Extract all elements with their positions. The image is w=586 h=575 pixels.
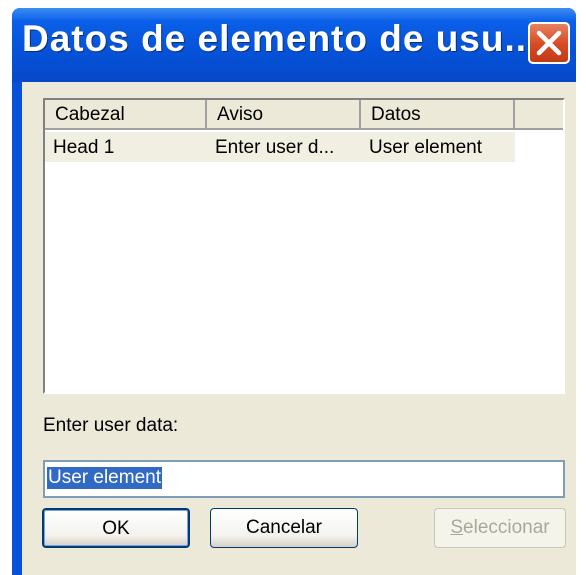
- select-button-label: eleccionar: [463, 517, 550, 538]
- title-bar[interactable]: Datos de elemento de usu...: [12, 8, 576, 82]
- user-data-input[interactable]: User element: [43, 460, 565, 498]
- column-header-filler: [515, 100, 563, 130]
- dialog-body: Cabezal Aviso Datos Head 1 Enter user d.…: [22, 82, 576, 575]
- user-data-input-value: User element: [47, 467, 162, 489]
- user-data-list[interactable]: Cabezal Aviso Datos Head 1 Enter user d.…: [43, 98, 565, 394]
- list-header: Cabezal Aviso Datos: [45, 100, 563, 130]
- close-button[interactable]: [528, 22, 570, 64]
- window-title: Datos de elemento de usu...: [22, 18, 539, 59]
- column-header-cabezal[interactable]: Cabezal: [45, 100, 207, 130]
- select-button: Seleccionar: [434, 508, 566, 548]
- column-header-datos[interactable]: Datos: [361, 100, 515, 130]
- cell-aviso: Enter user d...: [215, 137, 335, 158]
- select-button-mnemonic: S: [450, 517, 464, 538]
- cell-cabezal: Head 1: [53, 137, 115, 158]
- ok-button[interactable]: OK: [42, 508, 190, 548]
- column-header-aviso[interactable]: Aviso: [207, 100, 361, 130]
- cell-datos: User element: [369, 137, 482, 158]
- dialog-window: Datos de elemento de usu... Cabezal Avis…: [12, 8, 576, 575]
- list-row[interactable]: Head 1 Enter user d... User element: [45, 132, 515, 162]
- window-frame: [12, 82, 22, 575]
- user-data-label: Enter user data:: [43, 415, 179, 436]
- close-icon: [536, 30, 562, 56]
- cancel-button[interactable]: Cancelar: [210, 508, 358, 548]
